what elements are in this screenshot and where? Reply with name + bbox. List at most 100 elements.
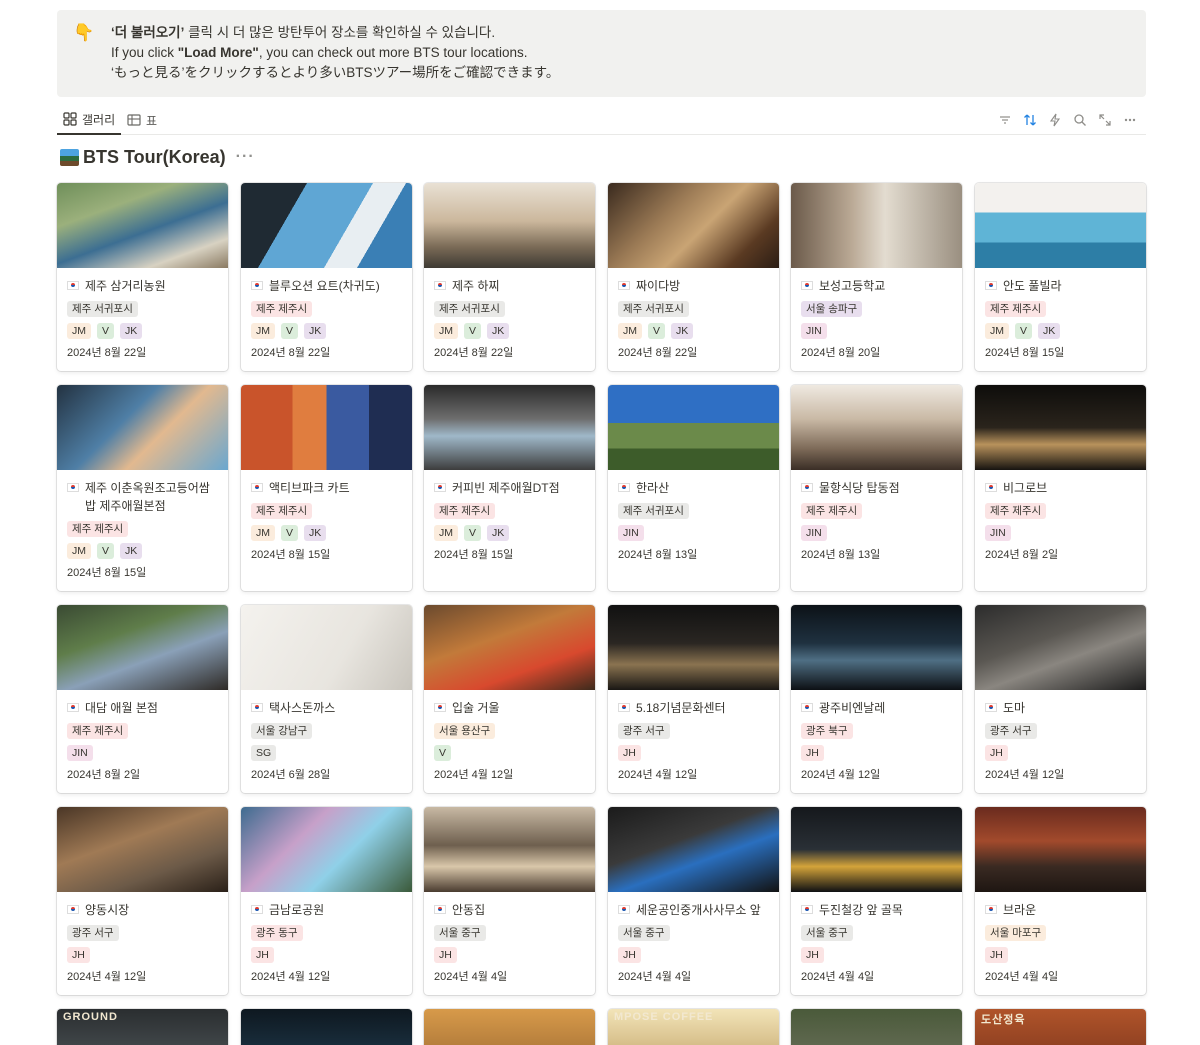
region-tag-row: 서울 마포구 [985,925,1136,941]
card-title-text: 제주 하찌 [452,279,500,293]
cover-image-text: MPOSE COFFEE [614,1011,714,1023]
gallery-card[interactable]: 안도 풀빌라제주 제주시 JM V JK 2024년 8월 15일 [975,183,1146,371]
gallery-card[interactable]: 택사스돈까스 서울 강남구 SG 2024년 6월 28일 [241,605,412,793]
gallery-card[interactable]: 양동시장 광주 서구 JH 2024년 4월 12일 [57,807,228,995]
card-cover-image [241,385,412,470]
gallery-card[interactable]: 도마 광주 서구 JH 2024년 4월 12일 [975,605,1146,793]
gallery-card[interactable]: 물항식당 탑동점 제주 제주시 JIN 2024년 8월 13일 [791,385,962,591]
tab-table[interactable]: 표 [121,105,163,135]
region-tag: 제주 서귀포시 [67,301,138,317]
region-tag-row: 광주 북구 [801,723,952,739]
gallery-card[interactable]: 짜이다방 제주 서귀포시 JM V JK 2024년 8월 22일 [608,183,779,371]
member-tag-row: JIN [801,525,952,541]
gallery-card[interactable]: 보성고등학교 서울 송파구 JIN 2024년 8월 20일 [791,183,962,371]
automation-button[interactable] [1042,109,1067,131]
filter-button[interactable] [992,109,1017,131]
gallery-card-partial[interactable]: GROUND [57,1009,228,1045]
member-tag: JK [1038,323,1061,339]
gallery-card[interactable]: 액티브파크 카트 제주 제주시 JM V JK 2024년 8월 15일 [241,385,412,591]
region-tag-row: 제주 제주시 [985,301,1136,317]
gallery-card[interactable]: 브라운 서울 마포구 JH 2024년 4월 4일 [975,807,1146,995]
region-tag: 서울 마포구 [985,925,1047,941]
card-body: 광주비엔날레 광주 북구 JH 2024년 4월 12일 [791,690,962,782]
card-body: 블루오션 요트(차귀도) 제주 제주시 JM V JK 2024년 8월 22일 [241,268,412,360]
database-title[interactable]: BTS Tour(Korea) ··· [60,145,255,169]
gallery-card[interactable]: 광주비엔날레 광주 북구 JH 2024년 4월 12일 [791,605,962,793]
tab-gallery[interactable]: 갤러리 [57,105,122,135]
member-tag-row: JH [801,745,952,761]
region-tag-row: 서울 중구 [434,925,585,941]
gallery-card[interactable]: 대담 애월 본점 제주 제주시 JIN 2024년 8월 2일 [57,605,228,793]
card-body: 액티브파크 카트 제주 제주시 JM V JK 2024년 8월 15일 [241,470,412,562]
card-title: 물항식당 탑동점 [801,479,952,497]
jeju-landscape-icon [60,148,79,166]
member-tag: V [281,323,299,339]
card-body: 도마 광주 서구 JH 2024년 4월 12일 [975,690,1146,782]
member-tag-row: JH [251,947,402,963]
member-tag: JK [304,323,327,339]
card-body: 택사스돈까스 서울 강남구 SG 2024년 6월 28일 [241,690,412,782]
expand-icon [1098,114,1111,126]
more-options-button[interactable] [1117,109,1142,131]
region-tag-row: 광주 서구 [985,723,1136,739]
card-title-text: 제주 삼거리농원 [85,279,166,293]
member-tag: JH [434,947,457,963]
gallery-card[interactable]: 금남로공원 광주 동구 JH 2024년 4월 12일 [241,807,412,995]
gallery-card[interactable]: 세운공인중개사사무소 앞 서울 중구 JH 2024년 4월 4일 [608,807,779,995]
gallery-card-partial[interactable] [424,1009,595,1045]
gallery-card-partial[interactable] [791,1009,962,1045]
member-tag-row: JM V JK [985,323,1136,339]
gallery-card[interactable]: 두진철강 앞 골목 서울 중구 JH 2024년 4월 4일 [791,807,962,995]
card-body: 금남로공원 광주 동구 JH 2024년 4월 12일 [241,892,412,984]
korea-flag-icon [67,281,79,290]
korea-flag-icon [618,905,630,914]
gallery-card[interactable]: 입술 거울 서울 용산구 V 2024년 4월 12일 [424,605,595,793]
member-tag-row: JM V JK [434,525,585,541]
database-more-button[interactable]: ··· [236,148,255,166]
gallery-card[interactable]: 비그로브 제주 제주시 JIN 2024년 8월 2일 [975,385,1146,591]
callout-line-korean: ‘더 불러오기’ 클릭 시 더 많은 방탄투어 장소를 확인하실 수 있습니다. [111,25,496,40]
gallery-card-partial[interactable]: MPOSE COFFEE [608,1009,779,1045]
region-tag: 광주 서구 [67,925,119,941]
member-tag: JIN [801,323,827,339]
sort-button[interactable] [1017,109,1042,131]
card-cover-image [424,807,595,892]
card-date: 2024년 4월 12일 [251,971,331,983]
card-body: 안도 풀빌라제주 제주시 JM V JK 2024년 8월 15일 [975,268,1146,360]
gallery-card-partial[interactable]: 도산정육 [975,1009,1146,1045]
gallery-card[interactable]: 제주 삼거리농원 제주 서귀포시 JM V JK 2024년 8월 22일 [57,183,228,371]
gallery-card[interactable]: 커피빈 제주애월DT점 제주 제주시 JM V JK 2024년 8월 15일 [424,385,595,591]
search-button[interactable] [1067,109,1092,131]
card-body: 입술 거울 서울 용산구 V 2024년 4월 12일 [424,690,595,782]
member-tag: SG [251,745,277,761]
member-tag: JM [434,525,458,541]
gallery-card[interactable]: 안동집 서울 중구 JH 2024년 4월 4일 [424,807,595,995]
gallery-card[interactable]: 블루오션 요트(차귀도) 제주 제주시 JM V JK 2024년 8월 22일 [241,183,412,371]
gallery-card[interactable]: 5.18기념문화센터 광주 서구 JH 2024년 4월 12일 [608,605,779,793]
more-icon [1124,118,1135,122]
korea-flag-icon [434,483,446,492]
card-body: 보성고등학교 서울 송파구 JIN 2024년 8월 20일 [791,268,962,360]
member-tag: JM [251,525,275,541]
gallery-card[interactable]: 제주 이춘옥원조고등어쌈밥 제주애월본점 제주 제주시 JM V JK 2024년 8월 … [57,385,228,591]
card-title: 안도 풀빌라 [985,277,1136,295]
callout-line-english: If you click "Load More", you can check … [111,45,528,60]
card-date: 2024년 8월 15일 [985,347,1065,359]
expand-button[interactable] [1092,109,1117,131]
member-tag: JH [67,947,90,963]
member-tag: V [97,323,115,339]
card-body: 비그로브 제주 제주시 JIN 2024년 8월 2일 [975,470,1146,562]
member-tag: JM [618,323,642,339]
card-body: 두진철강 앞 골목 서울 중구 JH 2024년 4월 4일 [791,892,962,984]
gallery-card[interactable]: 한라산 제주 서귀포시 JIN 2024년 8월 13일 [608,385,779,591]
region-tag: 제주 서귀포시 [434,301,505,317]
gallery-card-partial[interactable] [241,1009,412,1045]
card-title-text: 광주비엔날레 [819,701,886,715]
member-tag-row: JH [985,745,1136,761]
korea-flag-icon [251,905,263,914]
gallery-card[interactable]: 제주 하찌 제주 서귀포시 JM V JK 2024년 8월 22일 [424,183,595,371]
card-title-text: 비그로브 [1003,481,1048,495]
korea-flag-icon [985,703,997,712]
card-date: 2024년 8월 13일 [618,549,698,561]
region-tag-row: 제주 서귀포시 [618,301,769,317]
